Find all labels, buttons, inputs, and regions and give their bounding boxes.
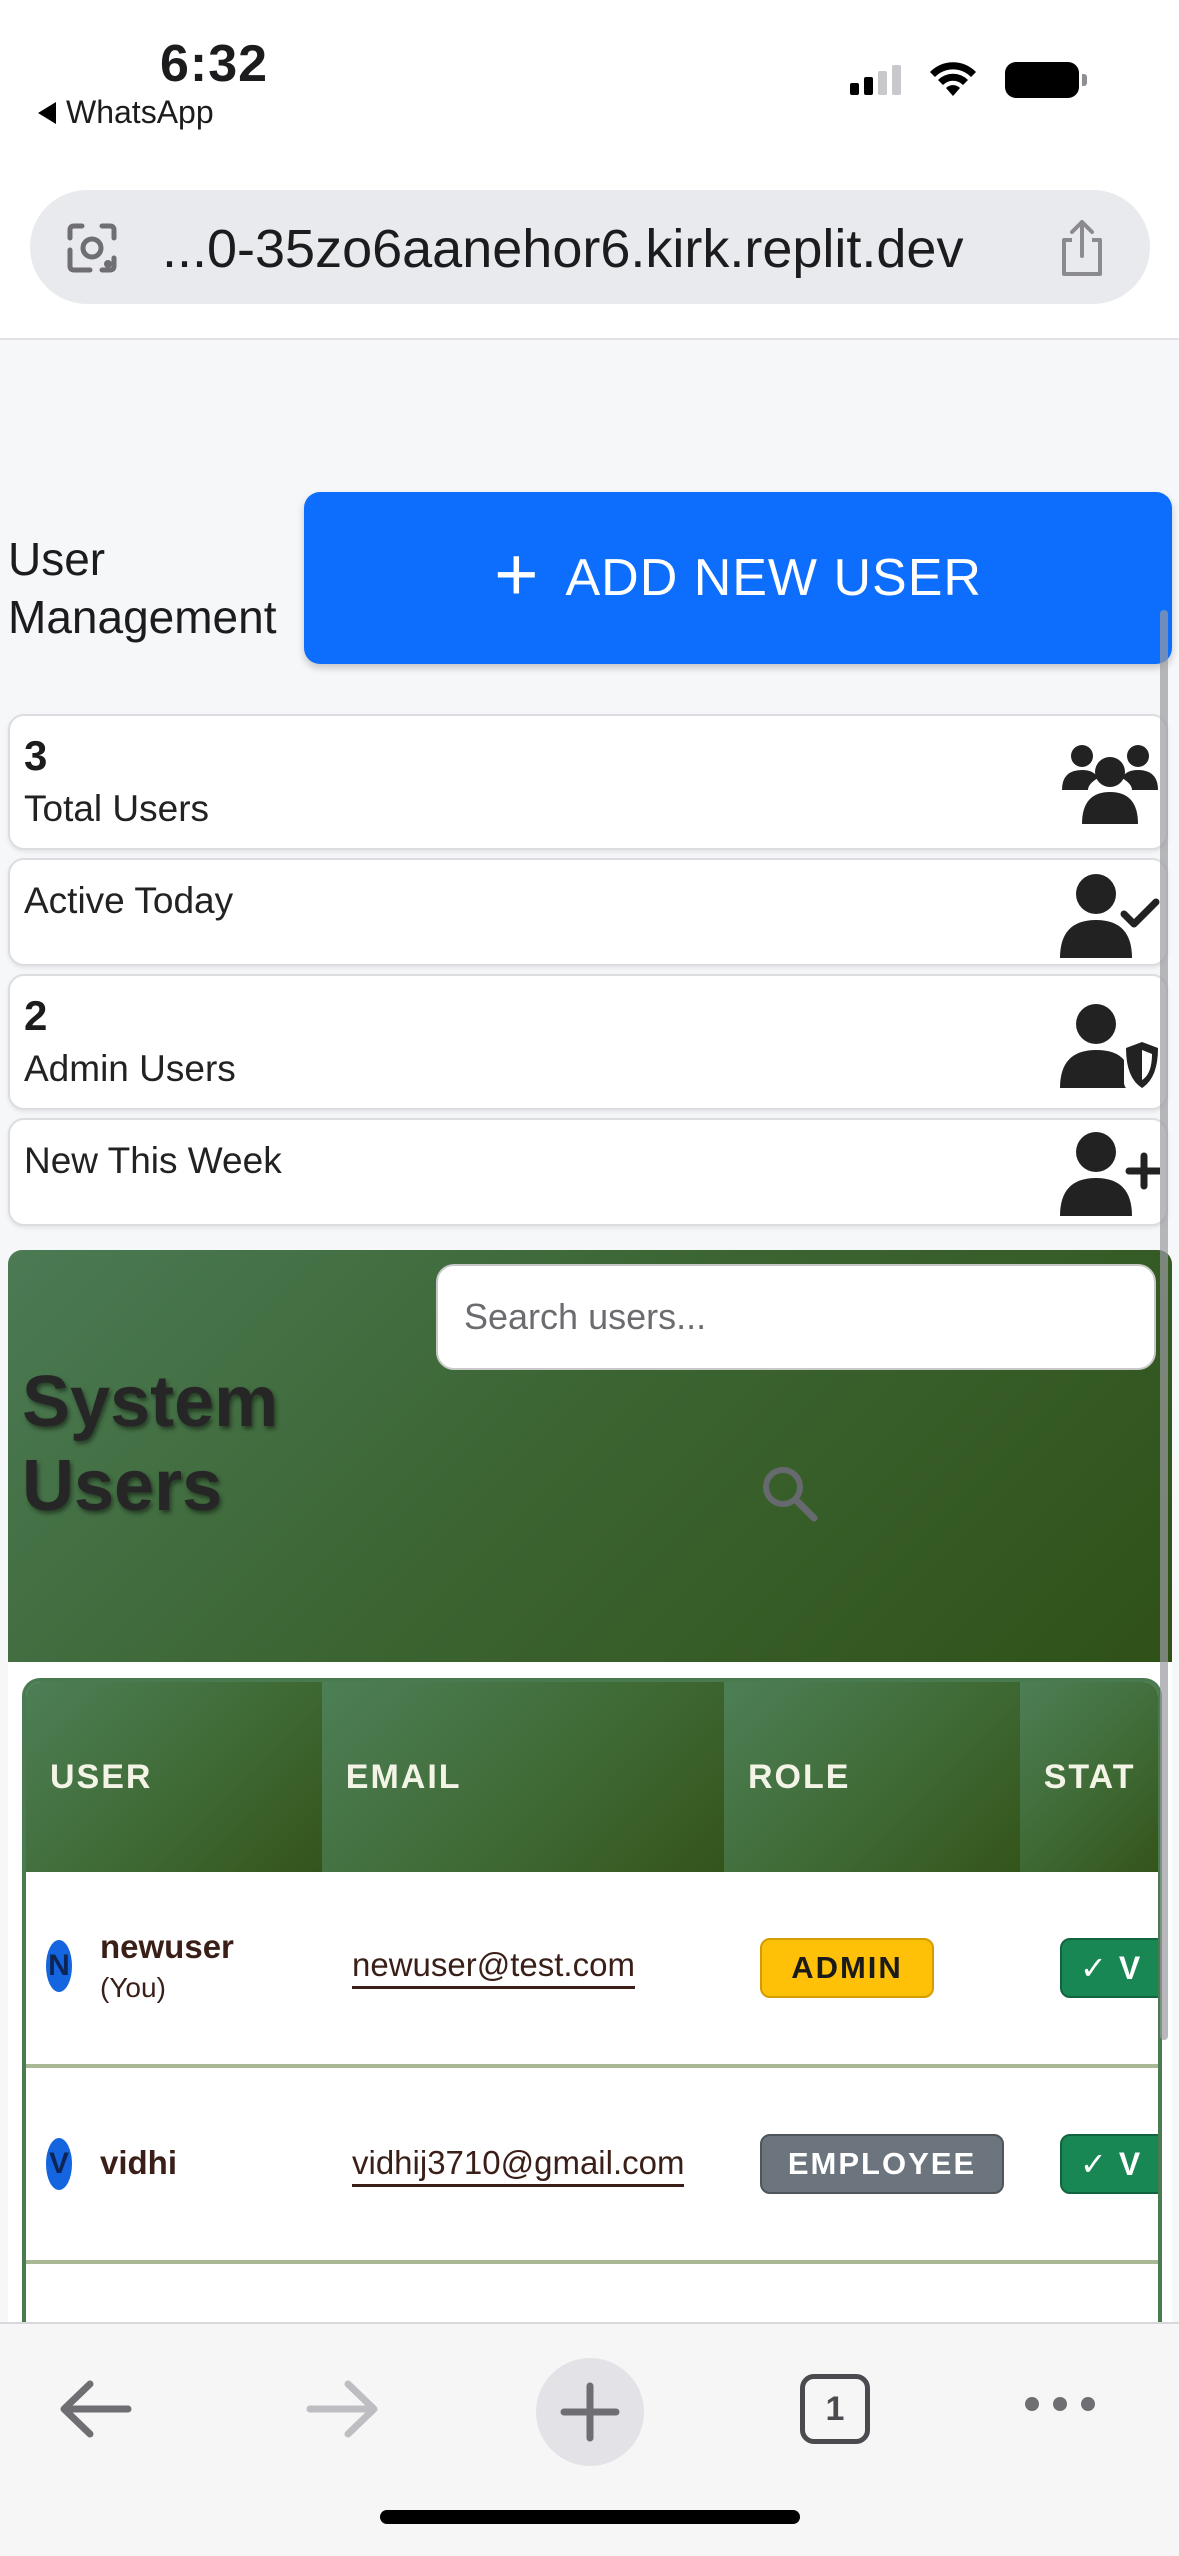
column-header-status[interactable]: STAT (1019, 1682, 1158, 1872)
home-indicator[interactable] (380, 2510, 800, 2524)
stat-card-admin-users: 2 Admin Users (8, 974, 1168, 1110)
plus-icon: + (494, 532, 540, 617)
user-plus-icon (1060, 1132, 1160, 1216)
wifi-icon (930, 62, 976, 96)
stat-value: 2 (24, 992, 48, 1039)
cellular-signal-icon (850, 65, 901, 95)
user-email-link[interactable]: newuser@test.com (352, 1946, 635, 1989)
user-shield-icon (1060, 1004, 1158, 1088)
search-users-input[interactable]: Search users... (436, 1264, 1156, 1370)
new-tab-button[interactable] (536, 2358, 644, 2466)
stat-label: New This Week (24, 1140, 282, 1181)
browser-address-area: ...0-35zo6aanehor6.kirk.replit.dev (0, 150, 1179, 340)
page-scrollbar[interactable] (1160, 610, 1168, 2040)
avatar: N (46, 1940, 72, 1992)
role-badge: ADMIN (760, 1938, 934, 1998)
user-name: vidhi (100, 2144, 178, 2181)
back-triangle-icon (38, 101, 56, 124)
avatar: V (46, 2138, 72, 2190)
stat-label: Admin Users (24, 1048, 236, 1089)
stat-card-total-users: 3 Total Users (8, 714, 1168, 850)
status-time: 6:32 (160, 35, 269, 93)
share-icon[interactable] (1054, 218, 1110, 278)
back-arrow-icon[interactable] (56, 2374, 136, 2444)
add-new-user-button[interactable]: + ADD NEW USER (304, 492, 1172, 664)
page-title: User Management (8, 533, 277, 643)
address-bar[interactable]: ...0-35zo6aanehor6.kirk.replit.dev (30, 190, 1150, 304)
user-check-icon (1060, 874, 1160, 958)
table-row[interactable]: N newuser (You) newuser@test.com ADMIN ✓… (26, 1872, 1158, 2068)
user-name: newuser (100, 1928, 234, 1965)
add-new-user-label: ADD NEW USER (565, 549, 982, 607)
user-email-link[interactable]: vidhij3710@gmail.com (352, 2144, 685, 2187)
url-text[interactable]: ...0-35zo6aanehor6.kirk.replit.dev (162, 218, 963, 280)
column-header-email[interactable]: EMAIL (321, 1682, 724, 1872)
back-to-app-link[interactable]: WhatsApp (38, 94, 214, 131)
back-app-label: WhatsApp (66, 94, 214, 130)
users-icon (1062, 745, 1158, 824)
table-header: USER EMAIL ROLE STAT (26, 1682, 1158, 1872)
table-row[interactable]: V vidhi vidhij3710@gmail.com EMPLOYEE ✓ … (26, 2068, 1158, 2264)
status-bar: 6:32 WhatsApp (0, 0, 1179, 150)
plus-icon (560, 2382, 620, 2442)
battery-icon (1005, 62, 1087, 98)
system-indicators (850, 62, 1087, 98)
current-user-tag: (You) (100, 1972, 166, 2003)
tab-switcher-button[interactable]: 1 (800, 2374, 870, 2444)
system-users-title: System Users (22, 1362, 279, 1526)
search-icon[interactable] (758, 1462, 820, 1524)
system-users-header: System Users Search users... (8, 1250, 1172, 1662)
status-badge: ✓ V (1060, 1938, 1158, 1998)
system-users-card: System Users Search users... USER EMAIL … (8, 1250, 1172, 2340)
stat-card-active-today: Active Today (8, 858, 1168, 966)
stat-label: Active Today (24, 880, 234, 921)
stat-card-new-this-week: New This Week (8, 1118, 1168, 1226)
users-table: USER EMAIL ROLE STAT N newuser (You) new… (22, 1678, 1162, 2340)
more-menu-icon[interactable] (1020, 2384, 1100, 2424)
role-badge: EMPLOYEE (760, 2134, 1004, 2194)
check-icon: ✓ (1080, 1950, 1107, 1986)
status-badge: ✓ V (1060, 2134, 1158, 2194)
column-header-role[interactable]: ROLE (723, 1682, 1020, 1872)
column-header-user[interactable]: USER (26, 1682, 322, 1872)
forward-arrow-icon[interactable] (302, 2374, 382, 2444)
google-lens-icon[interactable] (64, 220, 120, 276)
check-icon: ✓ (1080, 2146, 1107, 2182)
stat-label: Total Users (24, 788, 210, 829)
stat-value: 3 (24, 732, 48, 779)
